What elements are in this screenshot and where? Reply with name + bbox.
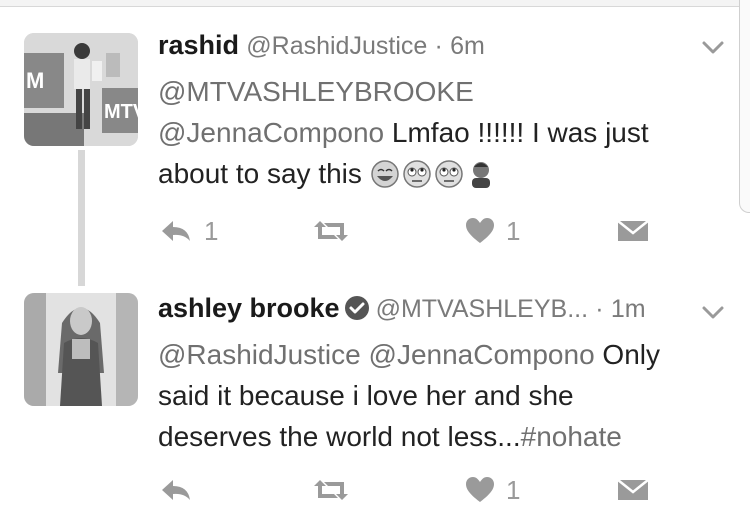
tweet-text-line: Lmfao !!!!!! I was just (384, 117, 649, 148)
heart-icon (466, 477, 494, 502)
tweet-text-line: Only (594, 339, 660, 370)
mention-link[interactable]: @MTVASHLEYBROOKE (158, 76, 474, 107)
mention-link[interactable]: @JennaCompono (158, 117, 384, 148)
display-name[interactable]: ashley brooke (158, 293, 340, 323)
person-emoji (471, 162, 490, 188)
tweet-text-line: deserves the world not less... (158, 421, 521, 452)
like-button[interactable]: 1 (466, 211, 520, 251)
svg-text:MTV: MTV (104, 101, 138, 123)
tweet-rashid[interactable]: M MTV rashid @RashidJustice · 6m @MTVASH… (0, 0, 750, 285)
heart-icon (466, 218, 494, 243)
handle[interactable]: @RashidJustice (246, 32, 427, 60)
tweet-text: @RashidJustice @JennaCompono Only said i… (158, 334, 718, 457)
reply-button[interactable] (160, 470, 204, 510)
rolling-eyes-emoji (402, 160, 431, 188)
envelope-icon (617, 220, 649, 241)
separator-dot: · (595, 295, 604, 323)
tweet-header: ashley brooke @MTVASHLEYB... · 1m (158, 293, 646, 324)
svg-text:M: M (26, 68, 44, 93)
retweet-button[interactable] (312, 470, 362, 510)
tweet-actions: 1 (0, 470, 750, 510)
separator-dot: · (434, 32, 443, 60)
laughing-emoji (370, 160, 399, 188)
rolling-eyes-emoji (434, 160, 463, 188)
direct-message-button[interactable] (617, 211, 649, 251)
retweet-icon (314, 480, 348, 500)
timestamp[interactable]: 1m (611, 295, 646, 323)
reply-icon (162, 480, 190, 500)
tweet-actions: 1 1 (0, 211, 750, 251)
timestamp[interactable]: 6m (450, 32, 485, 60)
avatar[interactable] (24, 293, 138, 406)
hashtag-link[interactable]: #nohate (521, 421, 622, 452)
tweet-text: @MTVASHLEYBROOKE @JennaCompono Lmfao !!!… (158, 71, 718, 194)
chevron-down-icon[interactable] (700, 303, 726, 323)
retweet-button[interactable] (312, 211, 362, 251)
avatar[interactable]: M MTV (24, 33, 138, 146)
direct-message-button[interactable] (617, 470, 649, 510)
like-count: 1 (506, 215, 521, 246)
tweet-text-line: about to say this (158, 158, 370, 189)
like-button[interactable]: 1 (466, 470, 520, 510)
display-name[interactable]: rashid (158, 30, 239, 60)
chevron-down-icon[interactable] (700, 38, 726, 58)
retweet-icon (314, 221, 348, 241)
tweet-header: rashid @RashidJustice · 6m (158, 30, 485, 61)
reply-count: 1 (204, 215, 219, 246)
tweet-text-line: said it because i love her and she (158, 380, 574, 411)
tweet-ashley-brooke[interactable]: ashley brooke @MTVASHLEYB... · 1m @Rashid… (0, 285, 750, 505)
mention-link[interactable]: @RashidJustice (158, 339, 361, 370)
envelope-icon (617, 479, 649, 500)
like-count: 1 (506, 474, 521, 505)
reply-button[interactable]: 1 (160, 211, 218, 251)
mention-link[interactable]: @JennaCompono (369, 339, 595, 370)
reply-icon (162, 221, 190, 241)
handle[interactable]: @MTVASHLEYB... (376, 295, 588, 323)
verified-badge-icon (344, 296, 369, 320)
